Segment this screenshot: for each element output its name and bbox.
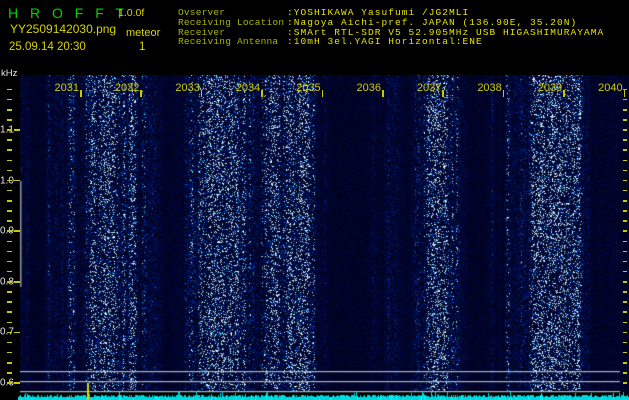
- y-axis-minor-tick: [7, 240, 12, 243]
- x-axis-minute-tick: [321, 90, 324, 97]
- y-axis-minor-tick-right: [622, 159, 627, 162]
- y-axis-minor-tick-right: [622, 321, 627, 324]
- y-axis-minor-tick: [7, 331, 12, 334]
- y-axis-minor-tick: [7, 230, 12, 232]
- y-axis-minor-tick: [7, 210, 12, 212]
- y-axis-minor-tick-right: [622, 281, 627, 283]
- y-axis-minor-tick-right: [622, 331, 627, 334]
- y-axis-major-tick: [13, 129, 20, 131]
- y-axis-major-tick: [13, 179, 20, 182]
- y-axis-minor-tick: [7, 189, 12, 192]
- x-axis-minute-tick: [442, 90, 444, 97]
- app-version: 1.0.0f: [118, 7, 145, 19]
- y-axis-minor-tick: [7, 260, 12, 263]
- x-axis-time-label: 2037: [416, 82, 442, 94]
- y-axis-minor-tick-right: [622, 230, 627, 232]
- y-axis-minor-tick-right: [622, 382, 627, 384]
- y-axis-minor-tick-right: [622, 210, 627, 212]
- x-axis-time-label: 2036: [356, 82, 381, 94]
- mode-label: meteor: [126, 27, 161, 39]
- hrofft-window: H R O F F T 1.0.0f YY2509142030.png mete…: [0, 0, 629, 400]
- y-axis-minor-tick-right: [622, 260, 627, 263]
- y-axis-minor-tick-right: [622, 98, 627, 101]
- y-axis-minor-tick-right: [622, 149, 627, 151]
- y-axis-minor-tick: [7, 119, 12, 121]
- y-axis-minor-tick-right: [622, 189, 627, 192]
- y-axis-minor-tick-right: [622, 220, 627, 222]
- y-axis-minor-tick: [7, 362, 12, 364]
- x-axis-time-label: 2039: [537, 82, 563, 94]
- y-axis-minor-tick-right: [622, 250, 627, 253]
- spectrogram-canvas: [18, 75, 629, 400]
- x-axis-minute-tick: [382, 90, 384, 97]
- y-axis-minor-tick: [7, 270, 12, 273]
- x-axis-minute-tick: [563, 90, 565, 97]
- y-axis-major-tick: [13, 331, 20, 334]
- y-axis-minor-tick: [7, 169, 12, 172]
- y-axis-minor-tick: [7, 129, 12, 131]
- y-axis-minor-tick: [7, 341, 12, 344]
- y-axis-minor-tick-right: [622, 372, 627, 374]
- y-axis-minor-tick: [7, 372, 12, 374]
- y-axis-minor-tick-right: [622, 139, 627, 141]
- x-axis-minute-tick: [80, 90, 82, 97]
- y-axis-minor-tick: [7, 250, 12, 253]
- y-axis-minor-tick-right: [622, 169, 627, 172]
- antenna-label: Receiving Antenna: [178, 36, 279, 48]
- y-axis-minor-tick-right: [622, 351, 627, 354]
- y-axis-minor-tick-right: [622, 240, 627, 243]
- x-axis-minute-tick: [502, 90, 505, 97]
- y-axis-minor-tick: [7, 200, 12, 202]
- y-axis-minor-tick: [7, 321, 12, 324]
- y-axis-minor-tick: [7, 88, 12, 91]
- y-axis-minor-tick-right: [622, 311, 627, 313]
- output-filename: YY2509142030.png: [10, 22, 117, 36]
- x-axis-time-label: 2035: [296, 82, 321, 94]
- x-axis-minute-tick: [261, 90, 263, 97]
- y-axis-minor-tick: [7, 159, 12, 162]
- header-row-antenna: Receiving Antenna :10mH 3el.YAGI Horizon…: [178, 37, 626, 47]
- y-axis-minor-tick: [7, 139, 12, 141]
- y-axis-unit-label: kHz: [1, 68, 18, 79]
- y-axis-minor-tick: [7, 301, 12, 303]
- y-axis-minor-tick: [7, 109, 12, 111]
- y-axis-minor-tick-right: [622, 200, 627, 202]
- x-axis-time-label: 2040: [598, 82, 623, 94]
- y-axis-minor-tick: [7, 149, 12, 151]
- y-axis-minor-tick-right: [622, 291, 627, 293]
- app-title: H R O F F T: [8, 5, 128, 21]
- y-axis-minor-tick: [7, 382, 12, 384]
- y-axis-minor-tick: [7, 98, 12, 101]
- x-axis-minute-tick: [140, 90, 142, 97]
- y-axis-major-tick: [13, 382, 20, 384]
- y-axis-minor-tick-right: [622, 109, 627, 111]
- antenna-value: :10mH 3el.YAGI Horizontal:ENE: [287, 36, 483, 48]
- y-axis-minor-tick: [7, 179, 12, 182]
- y-axis-minor-tick: [7, 281, 12, 283]
- x-axis-time-label: 2031: [54, 82, 79, 94]
- image-count: 1: [139, 41, 146, 53]
- y-axis-minor-tick: [7, 311, 12, 313]
- frame-datetime: 25.09.14 20:30: [9, 41, 86, 53]
- y-axis-minor-tick-right: [622, 341, 627, 344]
- station-header: Ovserver :YOSHIKAWA Yasufumi /JG2MLI Rec…: [178, 8, 626, 47]
- y-axis-minor-tick: [7, 291, 12, 293]
- y-axis-major-tick: [13, 230, 20, 232]
- y-axis-minor-tick-right: [622, 270, 627, 273]
- x-axis-minute-tick: [623, 90, 626, 97]
- y-axis-minor-tick-right: [622, 362, 627, 364]
- y-axis-minor-tick: [7, 351, 12, 354]
- x-axis-minute-tick: [200, 90, 203, 97]
- y-axis-minor-tick-right: [622, 301, 627, 303]
- y-axis-minor-tick-right: [622, 129, 627, 131]
- y-axis-minor-tick: [7, 220, 12, 222]
- y-axis-minor-tick-right: [622, 179, 627, 182]
- y-axis-major-tick: [13, 281, 20, 283]
- x-axis-time-label: 2034: [235, 82, 261, 94]
- y-axis-minor-tick-right: [622, 119, 627, 121]
- x-axis-time-label: 2033: [175, 82, 200, 94]
- x-axis-time-label: 2038: [477, 82, 502, 94]
- x-axis-time-label: 2032: [114, 82, 140, 94]
